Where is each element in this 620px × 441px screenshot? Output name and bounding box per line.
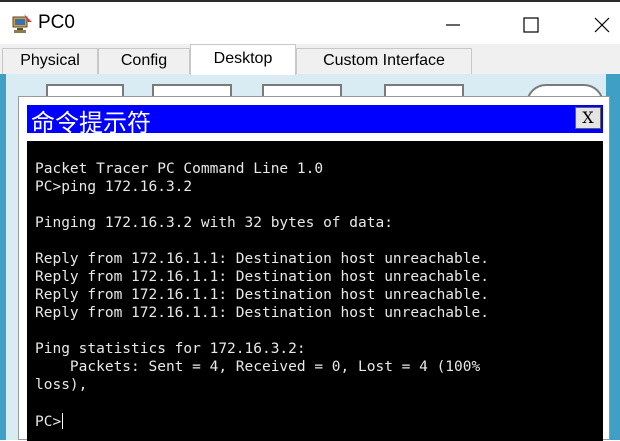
tab-desktop[interactable]: Desktop xyxy=(190,44,296,75)
command-prompt-window: 命令提示符 X Packet Tracer PC Command Line 1.… xyxy=(18,96,610,441)
text-cursor xyxy=(62,413,64,429)
console-line: Pinging 172.16.3.2 with 32 bytes of data… xyxy=(35,215,393,231)
window-title: PC0 xyxy=(38,12,75,33)
console-line: Reply from 172.16.1.1: Destination host … xyxy=(35,287,489,303)
maximize-icon[interactable] xyxy=(512,8,550,42)
window-titlebar: PC0 xyxy=(0,2,620,44)
console-line: Packets: Sent = 4, Received = 0, Lost = … xyxy=(35,359,481,375)
console-line: PC>ping 172.16.3.2 xyxy=(35,179,193,195)
tab-physical[interactable]: Physical xyxy=(2,48,98,74)
close-icon[interactable] xyxy=(582,8,620,42)
packet-tracer-pc-icon xyxy=(12,14,32,33)
minimize-icon[interactable] xyxy=(434,8,472,42)
console-line: loss), xyxy=(35,377,88,393)
console-output[interactable]: Packet Tracer PC Command Line 1.0 PC>ping… xyxy=(27,141,603,441)
console-line: Reply from 172.16.1.1: Destination host … xyxy=(35,305,489,321)
command-prompt-title: 命令提示符 xyxy=(31,109,151,137)
console-line: Packet Tracer PC Command Line 1.0 xyxy=(35,161,324,177)
tab-bar: Physical Config Desktop Custom Interface xyxy=(0,44,620,75)
console-line: Reply from 172.16.1.1: Destination host … xyxy=(35,251,489,267)
console-line: Ping statistics for 172.16.3.2: xyxy=(35,341,306,357)
desktop-area: 命令提示符 X Packet Tracer PC Command Line 1.… xyxy=(0,74,620,441)
command-prompt-titlebar: 命令提示符 X xyxy=(27,105,603,137)
console-line: PC> xyxy=(35,413,64,430)
console-line: Reply from 172.16.1.1: Destination host … xyxy=(35,269,489,285)
tab-config[interactable]: Config xyxy=(98,48,190,74)
tab-custom-interface[interactable]: Custom Interface xyxy=(296,48,472,74)
command-prompt-close-button[interactable]: X xyxy=(575,107,601,129)
